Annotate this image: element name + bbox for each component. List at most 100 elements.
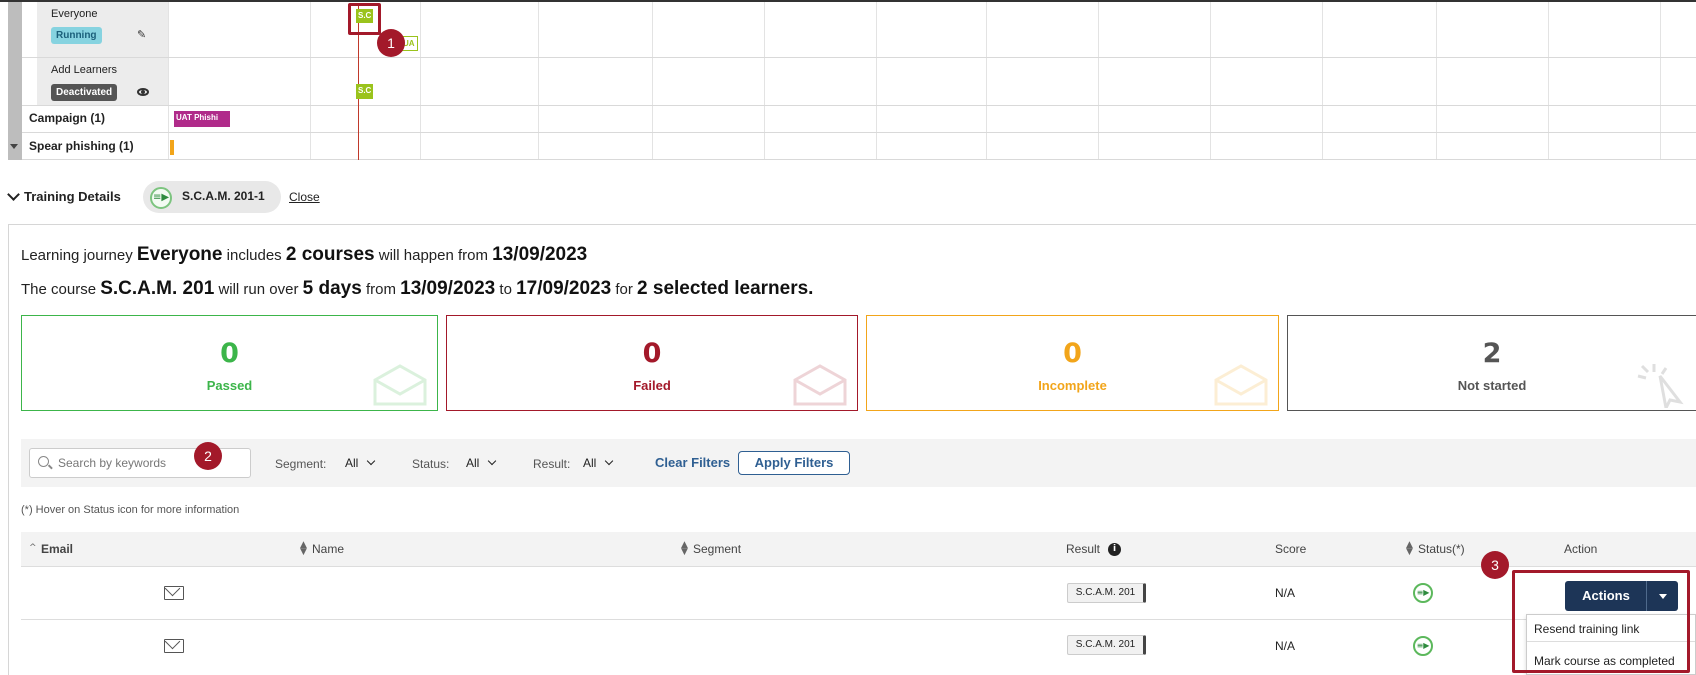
summary-journey-name: Everyone [136, 244, 223, 265]
gantt-bar-campaign[interactable]: UAT Phishi [174, 111, 230, 127]
cursor-click-icon [1637, 364, 1684, 408]
summary-text: will run over [218, 281, 299, 298]
highlight-box [1512, 570, 1690, 673]
column-header-email[interactable]: Email [41, 542, 73, 556]
column-header-result: Result [1066, 542, 1101, 556]
training-details-title[interactable]: Training Details [24, 189, 121, 204]
summary-from-date: 13/09/2023 [400, 278, 496, 299]
apply-filters-button[interactable]: Apply Filters [738, 451, 850, 475]
journey-name[interactable]: Add Learners [51, 64, 117, 76]
close-link[interactable]: Close [289, 190, 320, 204]
result-chip: S.C.A.M. 201 [1067, 583, 1146, 603]
step-marker-3: 3 [1481, 551, 1509, 579]
step-marker-1: 1 [377, 29, 405, 57]
gantt-gridline [1322, 2, 1323, 160]
journey-name[interactable]: Everyone [51, 8, 97, 20]
gantt-scrollbar[interactable] [8, 2, 22, 160]
envelope-open-icon [1214, 364, 1268, 406]
gantt-gridline [764, 2, 765, 160]
summary-text: will happen from [378, 247, 488, 264]
gantt-gridline [168, 2, 169, 160]
summary-text: Learning journey [21, 247, 133, 264]
status-hint: (*) Hover on Status icon for more inform… [21, 504, 240, 516]
status-filter-select[interactable]: All [466, 456, 479, 470]
summary-text: for [615, 281, 633, 298]
column-header-segment[interactable]: Segment [693, 542, 741, 556]
info-icon[interactable]: i [1108, 543, 1121, 556]
envelope-check-icon [373, 364, 427, 406]
gantt-row-divider [22, 132, 1696, 133]
gantt-row-divider [22, 57, 1696, 58]
search-icon [38, 456, 49, 467]
summary-duration: 5 days [302, 278, 362, 299]
gantt-gridline [310, 2, 311, 160]
segment-filter-select[interactable]: All [345, 456, 358, 470]
sort-icon[interactable]: ▲ ▼ [300, 541, 307, 557]
scroll-down-arrow-icon[interactable] [10, 144, 18, 149]
gantt-gridline [420, 2, 421, 160]
result-chip: S.C.A.M. 201 [1067, 635, 1146, 655]
summary-to-date: 17/09/2023 [516, 278, 612, 299]
gantt-gridline [1548, 2, 1549, 160]
gantt-bar-scam[interactable]: S.C [356, 84, 373, 99]
gantt-gridline [652, 2, 653, 160]
eye-icon[interactable] [137, 88, 149, 96]
summary-text: from [365, 281, 396, 298]
email-sent-icon [164, 639, 184, 653]
gantt-chart: Everyone Running ✎ Add Learners Deactiva… [0, 0, 1696, 160]
column-header-status[interactable]: Status(*) [1418, 542, 1465, 556]
gantt-bar-spear-phishing[interactable] [170, 140, 174, 155]
step-marker-2: 2 [194, 442, 222, 470]
summary-line-journey: Learning journey Everyone includes 2 cou… [21, 244, 587, 266]
column-header-action: Action [1564, 542, 1598, 556]
score-value: N/A [1275, 586, 1296, 600]
stat-card-passed[interactable]: 0 Passed [21, 315, 438, 411]
gantt-gridline [1098, 2, 1099, 160]
search-placeholder[interactable]: Search by keywords [58, 456, 166, 470]
summary-course-name: S.C.A.M. 201 [100, 278, 215, 299]
result-filter-label: Result: [533, 457, 571, 471]
summary-learner-count: 2 selected learners. [637, 278, 814, 299]
gantt-gridline [876, 2, 877, 160]
column-header-score: Score [1275, 542, 1307, 556]
result-filter-select[interactable]: All [583, 456, 596, 470]
gantt-group-spear-phishing[interactable]: Spear phishing (1) [29, 139, 134, 153]
gantt-group-campaign[interactable]: Campaign (1) [29, 111, 105, 125]
collapse-chevron-icon[interactable] [7, 188, 20, 201]
course-pill-label: S.C.A.M. 201-1 [182, 189, 265, 203]
gantt-row-divider [22, 159, 1696, 160]
sort-icon[interactable]: ▲ ▼ [681, 541, 688, 557]
email-sent-icon [164, 586, 184, 600]
summary-course-count: 2 courses [285, 244, 375, 265]
summary-line-course: The course S.C.A.M. 201 will run over 5 … [21, 278, 813, 300]
summary-start-date: 13/09/2023 [492, 244, 588, 265]
summary-text: includes [226, 247, 282, 264]
pencil-icon[interactable]: ✎ [137, 28, 146, 41]
gantt-gridline [1436, 2, 1437, 160]
column-header-name[interactable]: Name [312, 542, 344, 556]
status-badge-running: Running [51, 27, 102, 44]
sort-asc-icon[interactable]: ^ [29, 544, 37, 553]
play-status-icon[interactable]: ≡▶ [1413, 636, 1433, 656]
sort-icon[interactable]: ▲ ▼ [1406, 541, 1413, 557]
stat-card-incomplete[interactable]: 0 Incomplete [866, 315, 1279, 411]
stat-card-failed[interactable]: 0 Failed [446, 315, 858, 411]
gantt-row-divider [22, 105, 1696, 106]
gantt-gridline [538, 2, 539, 160]
play-status-icon[interactable]: ≡▶ [1413, 583, 1433, 603]
envelope-alert-icon [793, 364, 847, 406]
status-filter-label: Status: [412, 457, 450, 471]
highlight-box [348, 3, 381, 35]
row-divider [21, 619, 1696, 620]
clear-filters-button[interactable]: Clear Filters [655, 455, 730, 470]
gantt-gridline [1210, 2, 1211, 160]
summary-text: The course [21, 281, 97, 298]
filter-bar [21, 439, 1696, 487]
stat-card-not-started[interactable]: 2 Not started [1287, 315, 1696, 411]
play-status-icon: ≡▶ [150, 187, 172, 209]
gantt-gridline [986, 2, 987, 160]
gantt-gridline [1660, 2, 1661, 160]
summary-text: to [499, 281, 512, 298]
segment-filter-label: Segment: [275, 457, 327, 471]
app-root: Everyone Running ✎ Add Learners Deactiva… [0, 0, 1696, 675]
